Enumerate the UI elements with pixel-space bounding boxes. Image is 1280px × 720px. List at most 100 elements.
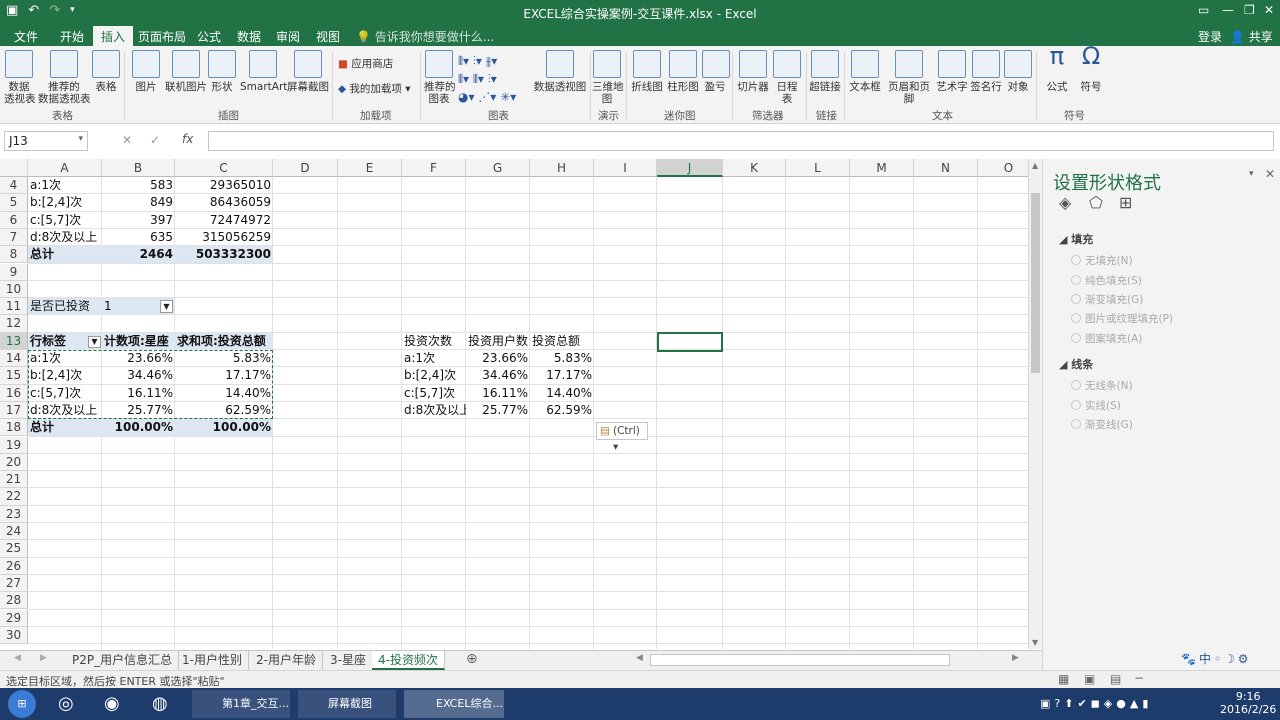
row-header[interactable]: 13 — [0, 332, 28, 350]
row-label-dropdown-icon[interactable]: ▼ — [88, 336, 101, 348]
sheet-prev-icon[interactable]: ◀ — [14, 653, 21, 663]
wordart-button[interactable]: 艺术字 — [936, 50, 968, 93]
column-header[interactable]: A — [28, 159, 102, 177]
column-header[interactable]: K — [723, 159, 786, 177]
row-header[interactable]: 7 — [0, 228, 28, 247]
signature-line-button[interactable]: 签名行 — [970, 50, 1002, 93]
recommended-charts-button[interactable]: 推荐的 图表 — [424, 50, 456, 105]
function-icon[interactable]: fx — [182, 132, 193, 146]
line-sparkline-button[interactable]: 折线图 — [630, 50, 664, 93]
object-button[interactable]: 对象 — [1004, 50, 1032, 93]
smartart-button[interactable]: SmartArt — [240, 50, 287, 93]
page-break-view-icon[interactable]: ▤ — [1110, 672, 1121, 686]
hscroll-left-icon[interactable]: ◀ — [636, 653, 643, 663]
column-header[interactable]: H — [530, 159, 594, 177]
row-header[interactable]: 17 — [0, 401, 28, 420]
column-header[interactable]: D — [273, 159, 338, 177]
tab-data[interactable]: 数据 — [237, 28, 261, 45]
line-option[interactable]: 无线条(N) — [1071, 378, 1133, 393]
tab-formulas[interactable]: 公式 — [197, 28, 221, 45]
app-icon[interactable]: ◎ — [58, 690, 74, 718]
taskbar-excel[interactable]: EXCEL综合... — [404, 690, 504, 718]
row-header[interactable]: 11 — [0, 298, 28, 316]
name-box[interactable]: J13 ▾ — [4, 131, 88, 151]
line-section-header[interactable]: ◢ 线条 — [1059, 356, 1093, 372]
close-pane-icon[interactable]: ✕ — [1265, 167, 1275, 181]
login-link[interactable]: 登录 — [1198, 28, 1222, 45]
row-header[interactable]: 18 — [0, 419, 28, 437]
online-picture-button[interactable]: 联机图片 — [164, 50, 208, 93]
row-header[interactable]: 8 — [0, 246, 28, 264]
minimize-button[interactable]: — — [1222, 3, 1234, 17]
column-header[interactable]: G — [466, 159, 530, 177]
column-header[interactable]: N — [914, 159, 978, 177]
timeline-button[interactable]: 日程表 — [772, 50, 802, 105]
app-icon[interactable]: ◉ — [104, 690, 120, 718]
clock[interactable]: 9:16 2016/2/26 — [1220, 690, 1276, 718]
table-button[interactable]: 表格 — [92, 50, 120, 93]
winloss-sparkline-button[interactable]: 盈亏 — [702, 50, 730, 93]
vertical-scrollbar[interactable]: ▲ ▼ — [1028, 159, 1042, 649]
tab-page-layout[interactable]: 页面布局 — [138, 28, 186, 45]
sheet-tab[interactable]: 3-星座 — [324, 651, 373, 670]
sheet-next-icon[interactable]: ▶ — [40, 653, 47, 663]
scroll-thumb[interactable] — [1031, 193, 1040, 373]
row-header[interactable]: 23 — [0, 505, 28, 523]
normal-view-icon[interactable]: ▦ — [1058, 672, 1069, 686]
row-header[interactable]: 19 — [0, 436, 28, 454]
column-header[interactable]: C — [175, 159, 273, 177]
column-header[interactable]: B — [102, 159, 175, 177]
taskbar-folder-2[interactable]: 屏幕截图 — [298, 690, 396, 718]
select-all-corner[interactable] — [0, 159, 28, 177]
spreadsheet-grid[interactable]: ABCDEFGHIJKLMNO 4 5 6 7 8 9 10 11 12 13 14 15 16 17 18… — [0, 159, 1028, 649]
row-header[interactable]: 30 — [0, 626, 28, 645]
column-header[interactable]: J — [657, 159, 723, 177]
row-header[interactable]: 4 — [0, 177, 28, 195]
row-header[interactable]: 16 — [0, 384, 28, 402]
formula-input[interactable] — [208, 131, 1274, 151]
effects-icon[interactable]: ⬠ — [1089, 193, 1103, 212]
filter-dropdown-icon[interactable]: ▼ — [160, 300, 173, 313]
tell-me-box[interactable]: 💡 告诉我你想要做什么... — [356, 28, 494, 45]
shapes-button[interactable]: 形状 — [208, 50, 236, 93]
line-option[interactable]: 实线(S) — [1071, 398, 1121, 413]
sheet-tab[interactable]: 2-用户年龄 — [250, 651, 323, 670]
chart-type-gallery[interactable]: ⫴▾ ⫶▾ ⫵▾ ⫴▾ ⫴▾ ⫶▾ ◕▾ ⋰▾ ✳▾ — [458, 52, 528, 106]
screenshot-button[interactable]: 屏幕截图 — [286, 50, 330, 93]
symbol-button[interactable]: Ω 符号 — [1076, 44, 1106, 93]
row-header[interactable]: 14 — [0, 350, 28, 368]
row-header[interactable]: 27 — [0, 574, 28, 593]
ribbon-display-icon[interactable]: ▭ — [1198, 3, 1209, 17]
hyperlink-button[interactable]: 超链接 — [808, 50, 842, 93]
add-sheet-icon[interactable]: ⊕ — [466, 651, 478, 667]
column-header[interactable]: F — [402, 159, 466, 177]
column-header[interactable]: I — [594, 159, 657, 177]
row-header[interactable]: 6 — [0, 211, 28, 229]
row-header[interactable]: 20 — [0, 453, 28, 472]
column-sparkline-button[interactable]: 柱形图 — [666, 50, 700, 93]
paste-options-button[interactable]: ▤ (Ctrl) ▾ — [596, 422, 648, 453]
ime-toolbar[interactable]: 🐾中◦☽⚙ — [1181, 650, 1252, 667]
fill-section-header[interactable]: ◢ 填充 — [1059, 231, 1093, 247]
sheet-tab-active[interactable]: 4-投资频次 — [372, 651, 445, 670]
active-cell[interactable] — [657, 332, 723, 352]
pivot-table-button[interactable]: 数据 透视表 — [4, 50, 36, 105]
header-footer-button[interactable]: 页眉和页脚 — [884, 50, 934, 105]
scroll-up-icon[interactable]: ▲ — [1032, 161, 1038, 170]
row-header[interactable]: 25 — [0, 540, 28, 558]
close-button[interactable]: ✕ — [1264, 3, 1274, 17]
fill-option[interactable]: 纯色填充(S) — [1071, 273, 1142, 288]
scroll-down-icon[interactable]: ▼ — [1032, 638, 1038, 647]
my-addins-button[interactable]: ◆ 我的加载项 ▾ — [338, 83, 411, 95]
size-properties-icon[interactable]: ⊞ — [1119, 193, 1132, 212]
taskbar-folder-1[interactable]: 第1章_交互... — [192, 690, 290, 718]
restore-button[interactable]: ❐ — [1244, 3, 1255, 17]
enter-icon[interactable]: ✓ — [150, 133, 160, 147]
column-header[interactable]: L — [786, 159, 850, 177]
share-button[interactable]: 👤 共享 — [1230, 28, 1273, 45]
row-header[interactable]: 10 — [0, 280, 28, 299]
row-header[interactable]: 21 — [0, 471, 28, 489]
row-header[interactable]: 26 — [0, 557, 28, 575]
horizontal-scroll-thumb[interactable] — [650, 654, 950, 666]
column-header[interactable]: O — [978, 159, 1028, 177]
